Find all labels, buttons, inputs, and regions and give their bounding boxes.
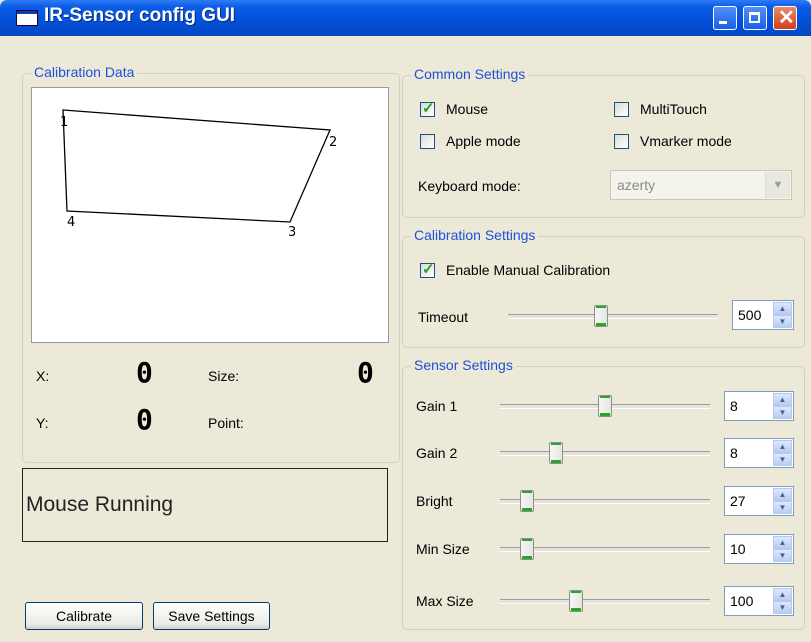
app-window-icon	[16, 10, 38, 26]
spin-down-icon[interactable]: ▼	[773, 315, 792, 328]
x-value: 0	[136, 356, 153, 389]
mouse-label: Mouse	[446, 101, 489, 117]
gain-2-slider-track[interactable]	[500, 451, 710, 456]
enable-manual-calibration-checkbox[interactable]	[420, 260, 435, 278]
calibration-plot: 1 2 3 4	[60, 109, 337, 240]
spin-up-icon[interactable]: ▲	[773, 488, 792, 501]
spin-down-icon[interactable]: ▼	[773, 501, 792, 514]
close-icon: ✕	[778, 7, 795, 29]
gain-2-label: Gain 2	[416, 445, 458, 461]
gain-2-value: 8	[730, 445, 738, 461]
gain-1-spinbox[interactable]: 8 ▲ ▼	[724, 391, 794, 421]
max-size-slider-track[interactable]	[500, 599, 710, 604]
maximize-button[interactable]	[743, 6, 767, 30]
y-label: Y:	[36, 415, 49, 431]
y-value: 0	[136, 403, 153, 436]
min-size-spinbox[interactable]: 10 ▲ ▼	[724, 534, 794, 564]
chevron-down-icon[interactable]: ▼	[765, 172, 790, 198]
mouse-checkbox[interactable]	[420, 99, 435, 117]
calibrate-button[interactable]: Calibrate	[25, 602, 143, 630]
save-settings-button[interactable]: Save Settings	[153, 602, 270, 630]
size-label: Size:	[208, 368, 240, 384]
max-size-slider-handle[interactable]	[568, 590, 583, 612]
close-button[interactable]: ✕	[773, 6, 797, 30]
spin-down-icon[interactable]: ▼	[773, 406, 792, 419]
vmarker-mode-checkbox[interactable]	[614, 134, 629, 149]
calibration-settings-title: Calibration Settings	[411, 227, 539, 243]
point-label: Point:	[208, 415, 244, 431]
point-label-2: 2	[329, 135, 337, 150]
bright-spinbox[interactable]: 27 ▲ ▼	[724, 486, 794, 516]
status-text: Mouse Running	[26, 493, 174, 516]
spin-down-icon[interactable]: ▼	[773, 601, 792, 614]
keyboard-mode-label: Keyboard mode:	[418, 178, 521, 194]
timeout-label: Timeout	[418, 309, 469, 325]
timeout-spinbox[interactable]: 500 ▲ ▼	[732, 300, 794, 330]
spin-up-icon[interactable]: ▲	[773, 536, 792, 549]
spin-up-icon[interactable]: ▲	[773, 440, 792, 453]
calibration-canvas: 1 2 3 4	[31, 87, 389, 343]
minimize-button[interactable]	[713, 6, 737, 30]
gain-1-label: Gain 1	[416, 398, 458, 414]
calibration-settings-group: Calibration Settings	[402, 227, 805, 348]
point-label-1: 1	[60, 115, 68, 130]
point-label-4: 4	[67, 215, 75, 230]
max-size-label: Max Size	[416, 593, 474, 609]
calibration-polygon	[62, 109, 331, 223]
bright-label: Bright	[416, 493, 453, 509]
timeout-slider-track[interactable]	[508, 314, 718, 319]
timeout-value: 500	[738, 307, 762, 323]
timeout-slider-handle[interactable]	[594, 305, 609, 327]
sensor-settings-title: Sensor Settings	[411, 357, 516, 373]
min-size-label: Min Size	[416, 541, 470, 557]
calibration-data-title: Calibration Data	[31, 64, 138, 80]
spin-down-icon[interactable]: ▼	[773, 453, 792, 466]
common-settings-title: Common Settings	[411, 66, 529, 82]
title-bar: IR-Sensor config GUI ✕	[0, 0, 811, 36]
point-label-3: 3	[288, 225, 296, 240]
gain-1-value: 8	[730, 398, 738, 414]
size-value: 0	[357, 356, 374, 389]
window-title: IR-Sensor config GUI	[44, 5, 236, 26]
multitouch-label: MultiTouch	[640, 101, 707, 117]
min-size-slider-handle[interactable]	[519, 538, 534, 560]
spin-down-icon[interactable]: ▼	[773, 549, 792, 562]
multitouch-checkbox[interactable]	[614, 102, 629, 117]
max-size-value: 100	[730, 593, 754, 609]
gain-1-slider-handle[interactable]	[598, 395, 612, 417]
x-label: X:	[36, 368, 50, 384]
gain-2-spinbox[interactable]: 8 ▲ ▼	[724, 438, 794, 468]
bright-value: 27	[730, 493, 746, 509]
apple-mode-label: Apple mode	[446, 133, 521, 149]
keyboard-mode-value: azerty	[617, 177, 656, 193]
gain-2-slider-handle[interactable]	[549, 442, 563, 464]
max-size-spinbox[interactable]: 100 ▲ ▼	[724, 586, 794, 616]
min-size-value: 10	[730, 541, 746, 557]
spin-up-icon[interactable]: ▲	[773, 302, 792, 315]
apple-mode-checkbox[interactable]	[420, 134, 435, 149]
bright-slider-handle[interactable]	[519, 490, 534, 512]
enable-manual-calibration-label: Enable Manual Calibration	[446, 262, 611, 278]
status-panel: Mouse Running	[22, 468, 388, 542]
spin-up-icon[interactable]: ▲	[773, 393, 792, 406]
keyboard-mode-select[interactable]: azerty ▼	[610, 170, 792, 200]
vmarker-mode-label: Vmarker mode	[640, 133, 732, 149]
spin-up-icon[interactable]: ▲	[773, 588, 792, 601]
